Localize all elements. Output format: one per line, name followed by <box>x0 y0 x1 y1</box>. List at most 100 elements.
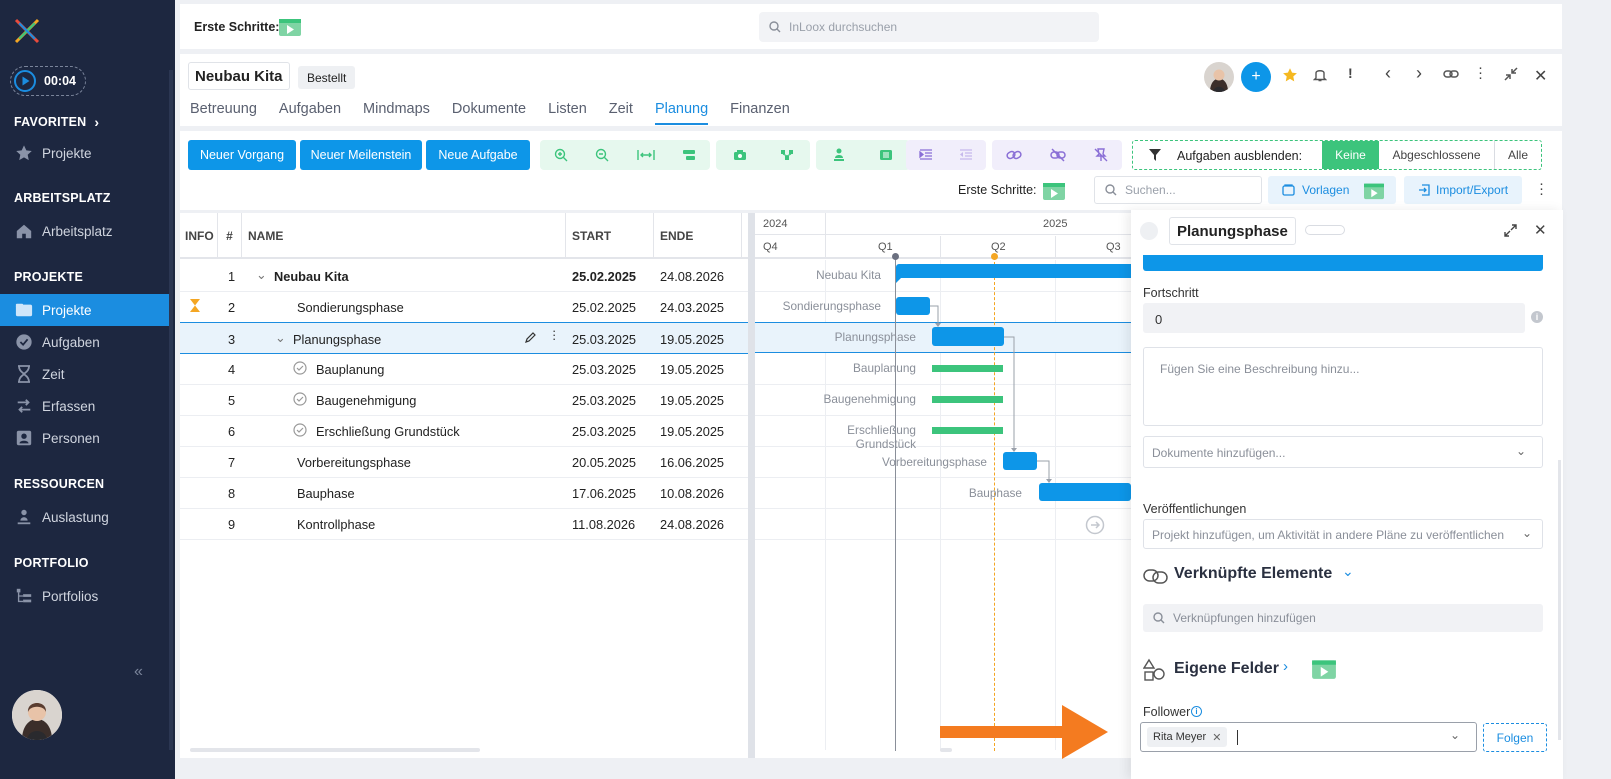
play-icon[interactable] <box>14 70 36 92</box>
new-process-button[interactable]: Neuer Vorgang <box>188 140 296 170</box>
sidebar-item-aufgaben[interactable]: Aufgaben <box>0 326 169 358</box>
filter-option-alle[interactable]: Alle <box>1495 141 1541 169</box>
chevron-down-icon[interactable]: ⌄ <box>1342 563 1354 580</box>
sidebar-item-erfassen[interactable]: Erfassen <box>0 390 169 422</box>
more-vertical-icon[interactable]: · · · <box>552 324 556 345</box>
video-clapper-icon[interactable] <box>1311 656 1337 680</box>
chevron-down-icon[interactable]: ⌄ <box>275 330 286 346</box>
sidebar-item-auslastung[interactable]: Auslastung <box>0 501 169 533</box>
table-row[interactable]: 9 Kontrollphase 11.08.2026 24.08.2026 <box>180 508 748 540</box>
link-icon[interactable] <box>1006 149 1022 161</box>
video-clapper-icon[interactable] <box>278 15 302 37</box>
unpin-icon[interactable] <box>1094 148 1108 162</box>
panel-scrollbar[interactable] <box>1558 460 1561 740</box>
check-circle-icon[interactable] <box>293 423 307 437</box>
table-row-selected[interactable]: 3 ⌄ Planungsphase · · · 25.03.2025 19.05.2… <box>180 322 748 354</box>
sidebar-item-zeit[interactable]: Zeit <box>0 358 169 390</box>
camera-icon[interactable] <box>733 149 747 161</box>
filter-option-abgeschlossene[interactable]: Abgeschlossene <box>1379 141 1495 169</box>
next-icon[interactable]: › <box>1416 63 1422 84</box>
tab-planung[interactable]: Planung <box>654 101 709 125</box>
inloox-logo[interactable] <box>14 18 40 44</box>
chevron-down-icon[interactable]: ⌄ <box>256 267 267 283</box>
more-vertical-icon[interactable]: · · · <box>1539 176 1544 201</box>
bars-icon[interactable] <box>682 149 696 161</box>
sidebar-item-portfolios[interactable]: Portfolios <box>0 580 169 612</box>
sidebar-item-favorites-projekte[interactable]: Projekte <box>0 137 169 169</box>
column-header-name[interactable]: NAME <box>242 213 566 258</box>
chevron-right-icon[interactable]: › <box>1283 658 1288 675</box>
network-icon[interactable] <box>780 149 794 161</box>
documents-select[interactable]: Dokumente hinzufügen... ⌄ <box>1143 436 1543 468</box>
description-textarea[interactable]: Fügen Sie eine Beschreibung hinzu... <box>1143 347 1543 426</box>
custom-fields-heading[interactable]: Eigene Felder <box>1174 660 1279 678</box>
outdent-icon[interactable] <box>959 149 973 161</box>
person-workload-icon[interactable] <box>833 148 845 162</box>
tab-betreuung[interactable]: Betreuung <box>190 101 257 125</box>
filter-option-keine[interactable]: Keine <box>1322 141 1379 169</box>
project-owner-avatar[interactable] <box>1204 62 1234 92</box>
close-icon[interactable]: ✕ <box>1534 221 1547 239</box>
info-icon[interactable]: i <box>1191 706 1202 717</box>
follower-input[interactable]: Rita Meyer ✕ ⌄ <box>1140 722 1477 752</box>
project-title[interactable]: Neubau Kita <box>188 62 290 90</box>
tab-aufgaben[interactable]: Aufgaben <box>279 101 341 125</box>
project-status-badge[interactable]: Bestellt <box>298 66 356 89</box>
pencil-icon[interactable] <box>525 331 537 343</box>
table-row[interactable]: 5 Baugenehmigung 25.03.2025 19.05.2025 <box>180 384 748 416</box>
tab-listen[interactable]: Listen <box>548 101 587 125</box>
video-clapper-icon[interactable] <box>1042 179 1066 201</box>
alert-icon[interactable]: ! <box>1348 65 1353 81</box>
link-icon[interactable] <box>1443 68 1459 80</box>
panel-status-badge[interactable] <box>1305 225 1345 235</box>
user-avatar[interactable] <box>12 690 62 740</box>
panel-title[interactable]: Planungsphase <box>1169 217 1296 245</box>
tab-zeit[interactable]: Zeit <box>609 101 633 125</box>
column-header-end[interactable]: ENDE <box>654 213 742 258</box>
check-circle-icon[interactable] <box>293 392 307 406</box>
bell-icon[interactable] <box>1313 67 1327 82</box>
tab-dokumente[interactable]: Dokumente <box>452 101 526 125</box>
sidebar-item-projekte[interactable]: Projekte <box>0 294 169 326</box>
zoom-in-icon[interactable] <box>554 148 568 162</box>
global-search-input[interactable]: InLoox durchsuchen <box>759 12 1099 42</box>
table-row[interactable]: 2 Sondierungsphase 25.02.2025 24.03.2025 <box>180 291 748 323</box>
table-row[interactable]: 7 Vorbereitungsphase 20.05.2025 16.06.20… <box>180 446 748 478</box>
more-vertical-icon[interactable]: · · · <box>1478 60 1483 85</box>
status-circle-icon[interactable] <box>1140 222 1158 240</box>
sidebar-scrollbar[interactable] <box>169 70 173 750</box>
collapse-sidebar-icon[interactable]: « <box>134 663 143 681</box>
previous-icon[interactable]: ‹ <box>1385 63 1391 84</box>
new-task-button[interactable]: Neue Aufgabe <box>426 140 530 170</box>
favorites-heading[interactable]: FAVORITEN › <box>14 114 99 130</box>
splitter-handle[interactable] <box>748 213 755 758</box>
unlink-icon[interactable] <box>1050 148 1066 162</box>
gantt-search-input[interactable]: Suchen... <box>1094 176 1262 204</box>
column-header-num[interactable]: # <box>218 213 242 258</box>
close-icon[interactable]: ✕ <box>1534 66 1547 86</box>
scroll-to-task-icon[interactable] <box>1085 515 1105 535</box>
remove-icon[interactable]: ✕ <box>1212 731 1221 744</box>
fit-width-icon[interactable] <box>637 149 655 161</box>
video-clapper-icon[interactable] <box>1363 180 1385 200</box>
column-header-info[interactable]: INFO <box>180 213 218 258</box>
star-icon[interactable] <box>1282 67 1298 83</box>
table-row[interactable]: 1 ⌄ Neubau Kita 25.02.2025 24.08.2026 <box>180 260 748 292</box>
table-row[interactable]: 4 Bauplanung 25.03.2025 19.05.2025 <box>180 353 748 385</box>
import-export-button[interactable]: Import/Export <box>1404 176 1522 204</box>
sidebar-item-arbeitsplatz[interactable]: Arbeitsplatz <box>0 215 169 247</box>
new-milestone-button[interactable]: Neuer Meilenstein <box>300 140 422 170</box>
follow-button[interactable]: Folgen <box>1483 723 1547 752</box>
chevron-down-icon[interactable]: ⌄ <box>1450 728 1460 742</box>
tab-finanzen[interactable]: Finanzen <box>730 101 790 125</box>
add-button[interactable]: + <box>1241 62 1271 92</box>
table-row[interactable]: 8 Bauphase 17.06.2025 10.08.2026 <box>180 477 748 509</box>
publications-select[interactable]: Projekt hinzufügen, um Aktivität in ande… <box>1143 519 1543 549</box>
sidebar-item-personen[interactable]: Personen <box>0 422 169 454</box>
check-circle-icon[interactable] <box>293 361 307 375</box>
info-icon[interactable]: i <box>1531 311 1543 323</box>
linked-items-heading[interactable]: Verknüpfte Elemente <box>1174 565 1332 583</box>
collapse-icon[interactable] <box>1504 67 1518 81</box>
zoom-out-icon[interactable] <box>595 148 609 162</box>
links-search-input[interactable]: Verknüpfungen hinzufügen <box>1143 604 1543 632</box>
